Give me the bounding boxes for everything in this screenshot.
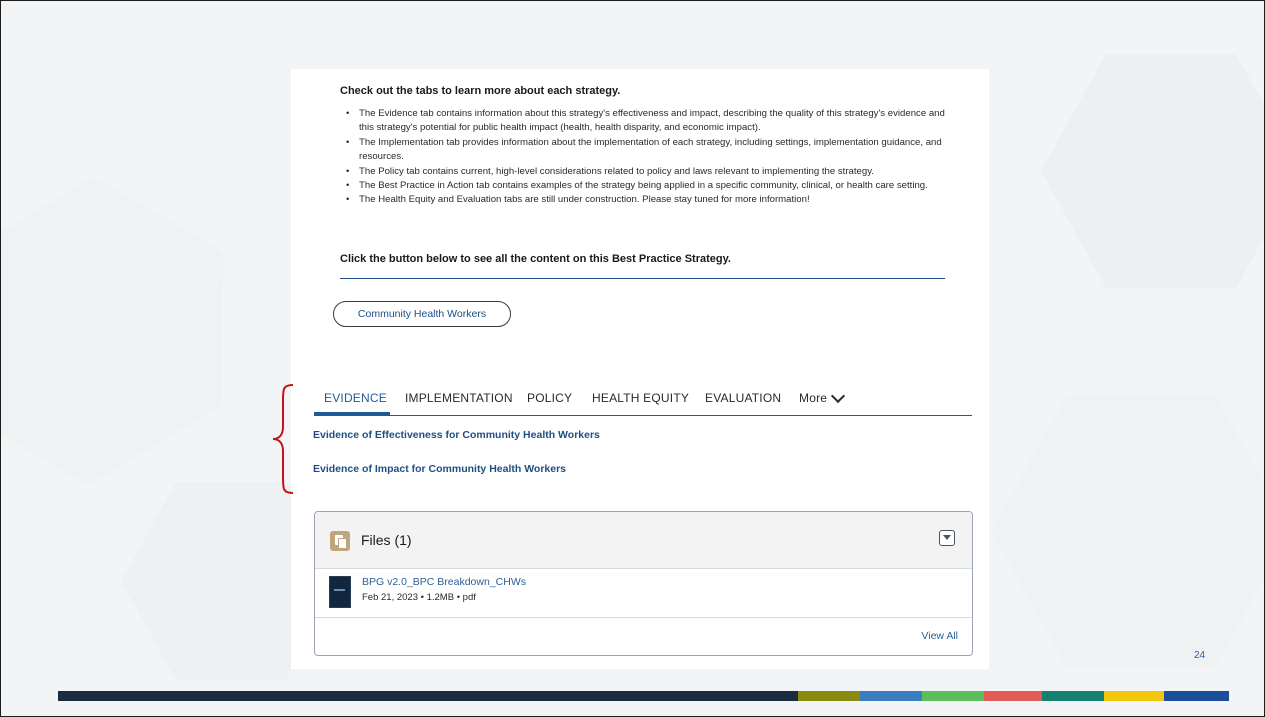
evidence-effectiveness-link[interactable]: Evidence of Effectiveness for Community … xyxy=(313,429,600,441)
files-title: Files (1) xyxy=(361,532,412,548)
tab-evidence[interactable]: EVIDENCE xyxy=(324,391,387,405)
tab-implementation[interactable]: IMPLEMENTATION xyxy=(405,391,513,405)
curly-brace-annotation xyxy=(272,384,294,494)
file-row[interactable]: BPG v2.0_BPC Breakdown_CHWs Feb 21, 2023… xyxy=(315,569,972,618)
footer-segment xyxy=(1164,691,1229,701)
footer-segment xyxy=(922,691,984,701)
background-hexagon xyxy=(1041,54,1264,288)
background-hexagon xyxy=(0,126,296,536)
tab-evaluation[interactable]: EVALUATION xyxy=(705,391,781,405)
tab-description-list: The Evidence tab contains information ab… xyxy=(346,107,951,208)
footer-segment xyxy=(58,691,798,701)
tab-more-label: More xyxy=(799,391,828,405)
tab-bar: EVIDENCE IMPLEMENTATION POLICY HEALTH EQ… xyxy=(314,387,972,416)
tab-health-equity[interactable]: HEALTH EQUITY xyxy=(592,391,689,405)
file-name-link[interactable]: BPG v2.0_BPC Breakdown_CHWs xyxy=(362,576,526,588)
footer-color-bar xyxy=(58,691,1229,701)
view-all-link[interactable]: View All xyxy=(921,630,958,642)
file-thumbnail xyxy=(329,576,351,608)
tab-policy[interactable]: POLICY xyxy=(527,391,572,405)
list-item: The Best Practice in Action tab contains… xyxy=(346,179,951,194)
list-item: The Implementation tab provides informat… xyxy=(346,136,951,165)
chevron-down-icon xyxy=(831,388,846,403)
file-meta: Feb 21, 2023 • 1.2MB • pdf xyxy=(362,592,476,603)
list-item: The Evidence tab contains information ab… xyxy=(346,107,951,136)
footer-segment xyxy=(984,691,1042,701)
list-item: The Health Equity and Evaluation tabs ar… xyxy=(346,193,951,208)
evidence-impact-link[interactable]: Evidence of Impact for Community Health … xyxy=(313,463,566,475)
footer-segment xyxy=(860,691,922,701)
footer-segment xyxy=(798,691,860,701)
files-header: Files (1) xyxy=(315,512,972,569)
file-icon xyxy=(330,531,350,551)
page-number: 24 xyxy=(1194,650,1206,661)
list-item: The Policy tab contains current, high-le… xyxy=(346,165,951,180)
intro-heading: Check out the tabs to learn more about e… xyxy=(340,85,621,97)
slide: Check out the tabs to learn more about e… xyxy=(0,0,1265,717)
outro-text: Click the button below to see all the co… xyxy=(340,253,731,265)
background-hexagon xyxy=(991,396,1264,666)
divider xyxy=(340,278,945,279)
files-card: Files (1) BPG v2.0_BPC Breakdown_CHWs Fe… xyxy=(314,511,973,656)
community-health-workers-button[interactable]: Community Health Workers xyxy=(333,301,511,327)
footer-segment xyxy=(1104,691,1164,701)
dropdown-menu-button[interactable] xyxy=(939,530,955,546)
active-tab-indicator xyxy=(314,412,390,415)
footer-segment xyxy=(1042,691,1104,701)
tab-more[interactable]: More xyxy=(799,388,846,405)
